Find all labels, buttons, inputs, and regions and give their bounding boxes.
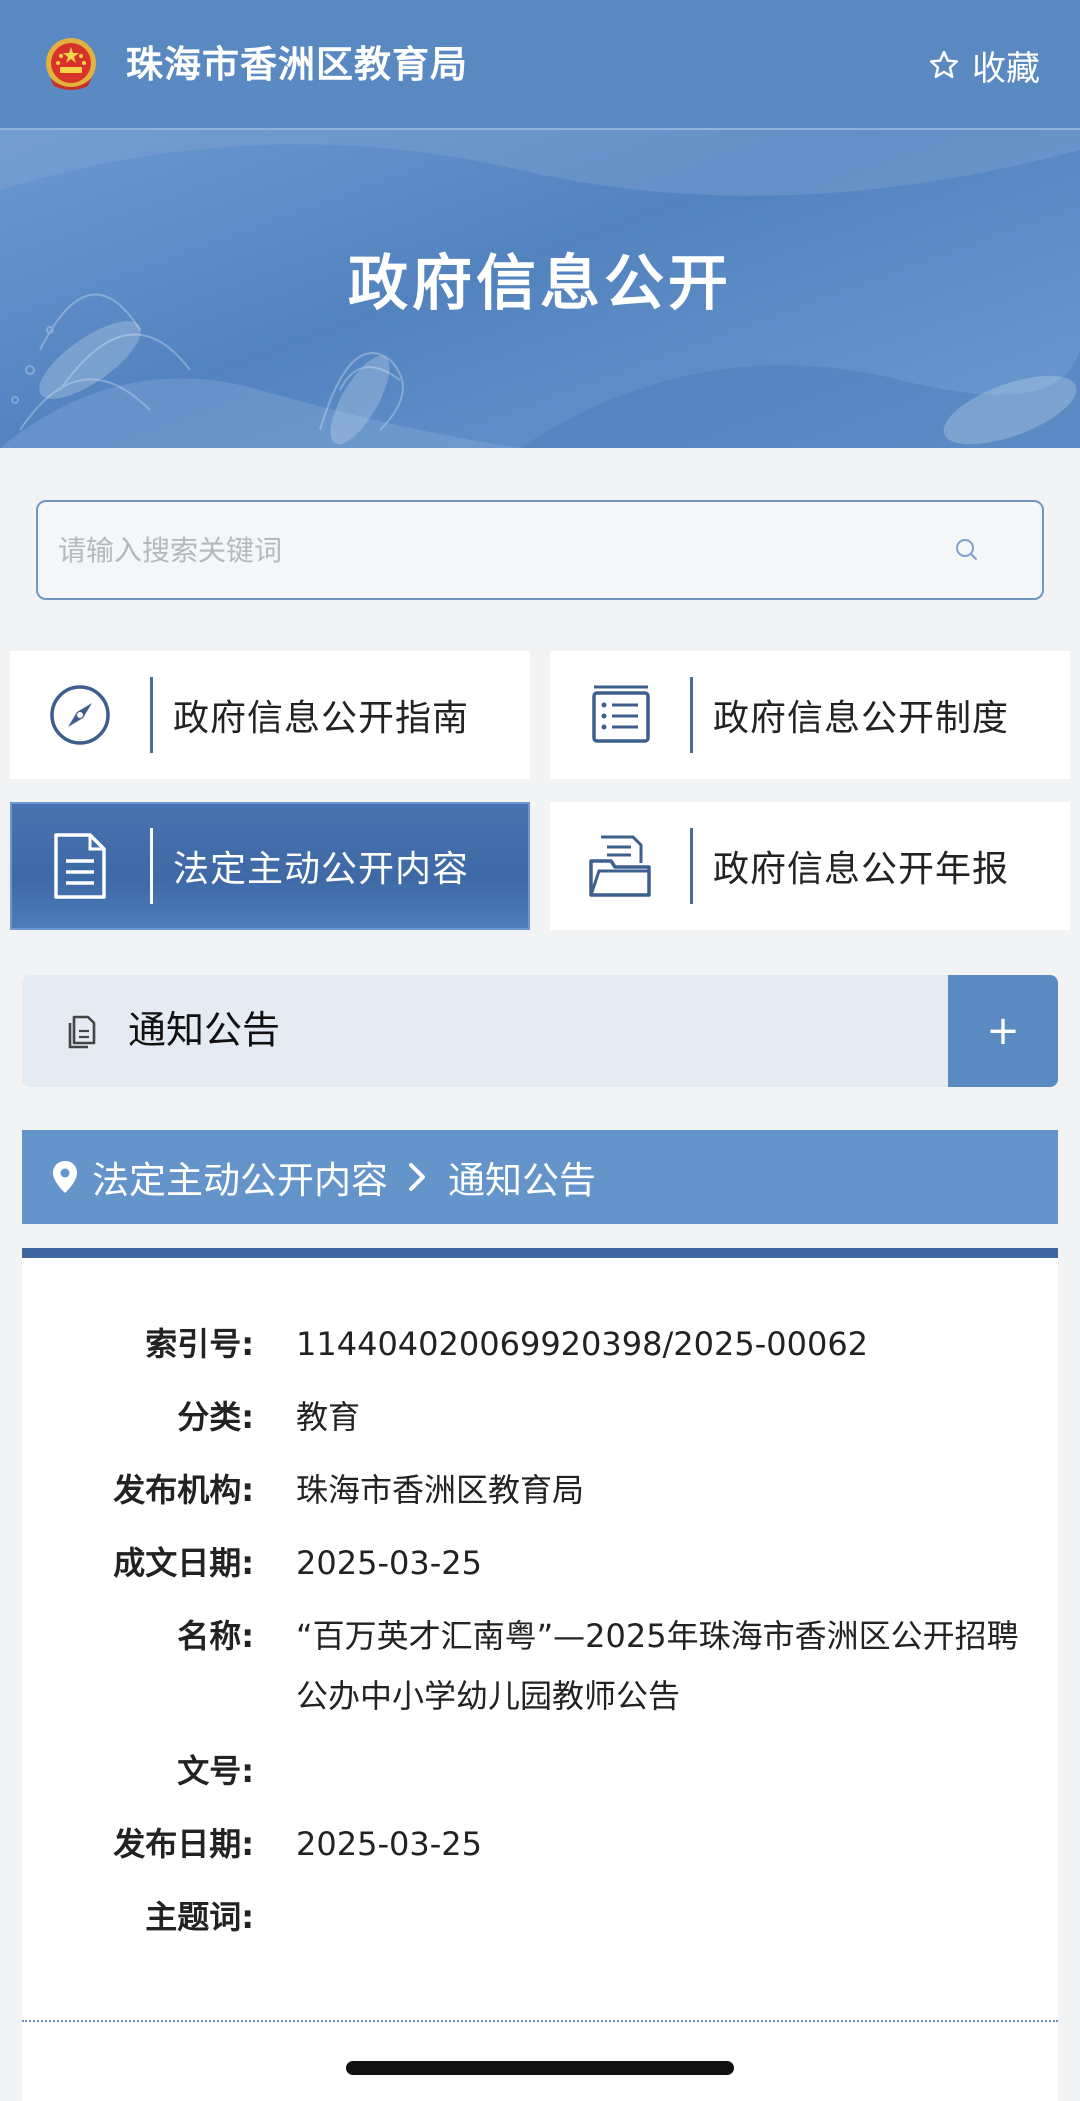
tile-separator (150, 677, 153, 753)
meta-row-doc-number: 文号: (22, 1741, 1058, 1814)
meta-value: 114404020069920398/2025-00062 (296, 1325, 869, 1363)
nav-tile-mandatory-disclosure[interactable]: 法定主动公开内容 (10, 802, 530, 930)
meta-row-written-date: 成文日期: 2025-03-25 (22, 1533, 1058, 1606)
metadata-table: 索引号: 114404020069920398/2025-00062 分类: 教… (22, 1314, 1058, 1960)
tile-separator (150, 828, 153, 904)
meta-value: 2025-03-25 (296, 1825, 482, 1863)
meta-row-category: 分类: 教育 (22, 1387, 1058, 1460)
search-box (36, 500, 1044, 600)
meta-row-publish-date: 发布日期: 2025-03-25 (22, 1814, 1058, 1887)
meta-key: 发布机构: (113, 1471, 254, 1509)
meta-value: 2025-03-25 (296, 1544, 482, 1582)
nav-tile-label: 法定主动公开内容 (173, 849, 470, 890)
breadcrumb: 法定主动公开内容 通知公告 (22, 1130, 1058, 1224)
chevron-right-icon (409, 1163, 425, 1191)
nav-tile-system[interactable]: 政府信息公开制度 (550, 651, 1070, 779)
page-title: 政府信息公开 (348, 249, 732, 319)
star-icon (929, 50, 959, 78)
app-header: 珠海市香洲区教育局 收藏 (0, 0, 1080, 130)
meta-key: 分类: (177, 1398, 254, 1436)
hero-banner: 政府信息公开 (0, 130, 1080, 448)
favorite-button[interactable]: 收藏 (928, 40, 1040, 90)
tile-separator (690, 828, 693, 904)
breadcrumb-item[interactable]: 法定主动公开内容 (92, 1150, 388, 1204)
copy-document-icon (68, 1015, 96, 1049)
favorite-label: 收藏 (972, 48, 1040, 89)
meta-key: 成文日期: (113, 1544, 254, 1582)
breadcrumb-item-current[interactable]: 通知公告 (448, 1150, 596, 1204)
meta-row-publisher: 发布机构: 珠海市香洲区教育局 (22, 1460, 1058, 1533)
nav-tile-annual-report[interactable]: 政府信息公开年报 (550, 802, 1070, 930)
nav-tile-label: 政府信息公开年报 (713, 849, 1010, 890)
national-emblem-icon (46, 38, 96, 90)
meta-key: 名称: (177, 1617, 254, 1655)
expand-button[interactable]: + (948, 975, 1058, 1087)
detail-card: 索引号: 114404020069920398/2025-00062 分类: 教… (22, 1248, 1058, 2101)
site-title: 珠海市香洲区教育局 (126, 43, 468, 86)
meta-value: 珠海市香洲区教育局 (296, 1471, 585, 1509)
meta-key: 文号: (177, 1752, 254, 1790)
folder-report-icon (589, 835, 651, 897)
meta-value: 教育 (296, 1398, 361, 1436)
meta-key: 发布日期: (113, 1825, 254, 1863)
meta-row-index: 索引号: 114404020069920398/2025-00062 (22, 1314, 1058, 1387)
location-pin-icon (53, 1161, 77, 1193)
tile-separator (690, 677, 693, 753)
compass-icon (50, 685, 110, 745)
list-document-icon (592, 685, 650, 743)
meta-key: 索引号: (145, 1325, 254, 1363)
meta-value: “百万英才汇南粤”—2025年珠海市香洲区公开招聘公办中小学幼儿园教师公告 (296, 1617, 1019, 1715)
search-icon[interactable] (952, 535, 982, 565)
meta-row-keywords: 主题词: (22, 1887, 1058, 1960)
document-icon (54, 833, 106, 899)
section-divider (22, 2020, 1058, 2022)
home-indicator[interactable] (346, 2061, 734, 2075)
nav-tile-label: 政府信息公开制度 (713, 698, 1010, 739)
nav-tile-guide[interactable]: 政府信息公开指南 (10, 651, 530, 779)
category-bar[interactable]: 通知公告 + (22, 975, 1058, 1087)
meta-row-name: 名称: “百万英才汇南粤”—2025年珠海市香洲区公开招聘公办中小学幼儿园教师公… (22, 1606, 1058, 1741)
category-label: 通知公告 (128, 1008, 281, 1052)
meta-key: 主题词: (145, 1898, 254, 1936)
search-input[interactable] (56, 502, 916, 598)
nav-tile-label: 政府信息公开指南 (173, 698, 470, 739)
